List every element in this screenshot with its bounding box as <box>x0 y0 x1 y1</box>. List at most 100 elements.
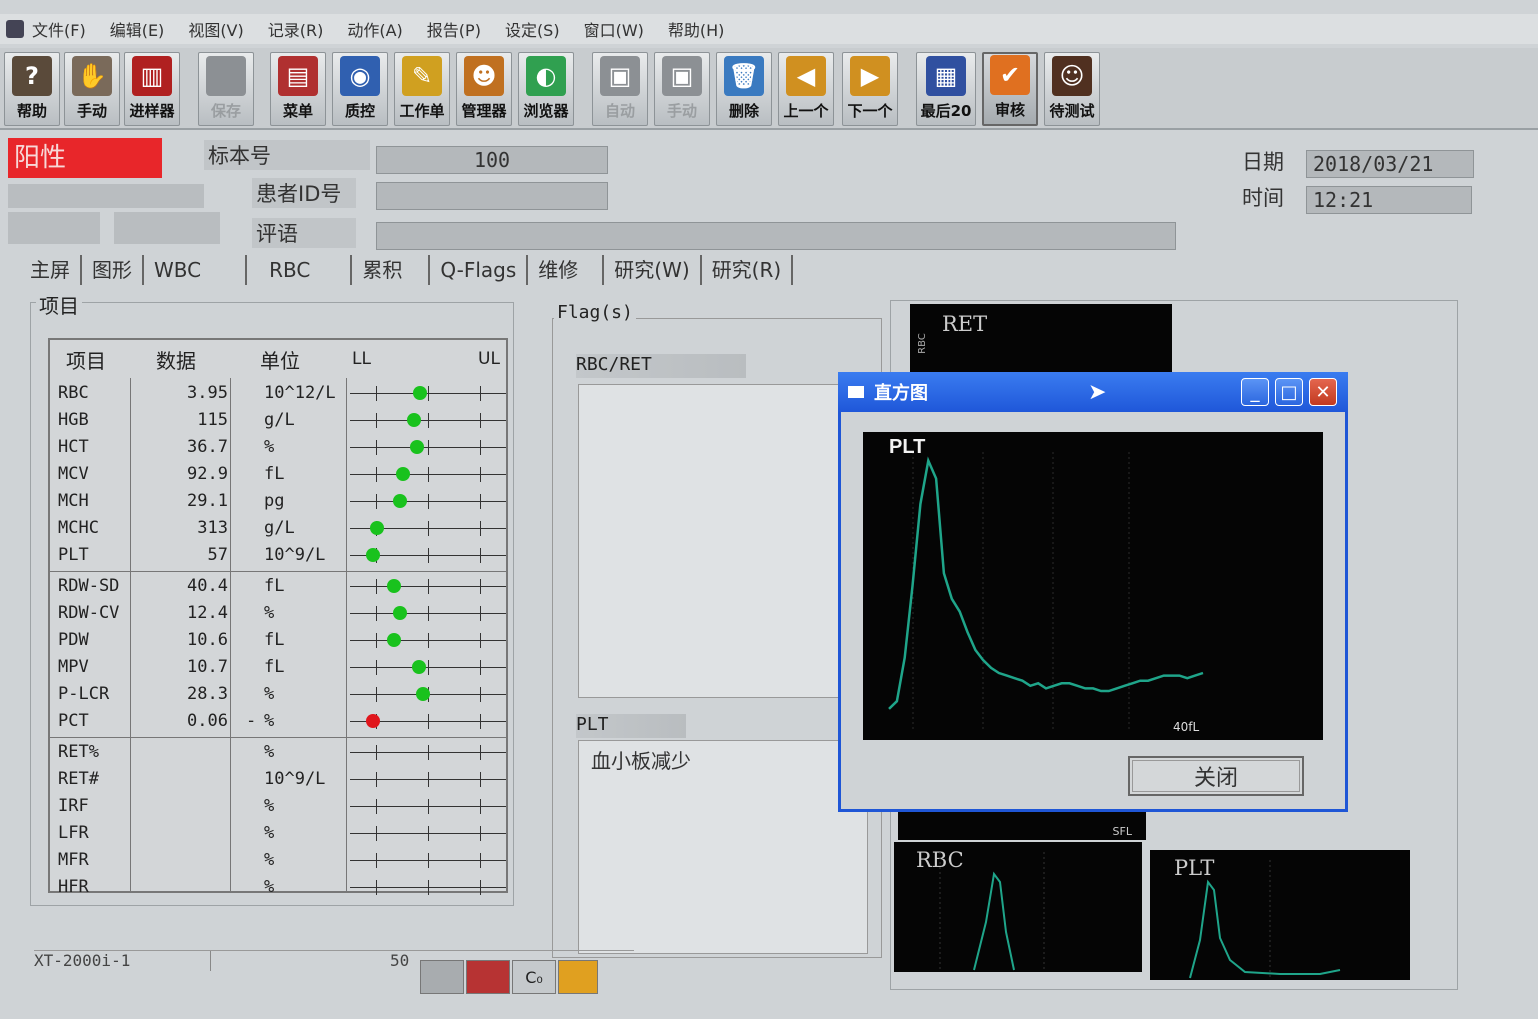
table-row[interactable]: MCV 92.9 fL <box>50 461 506 488</box>
tab-wbc[interactable]: WBC <box>144 255 248 285</box>
table-row[interactable]: PLT 57 10^9/L <box>50 542 506 569</box>
printer-icon[interactable] <box>420 960 464 994</box>
menu-file[interactable]: 文件(F) <box>32 17 86 41</box>
tab-rbc[interactable]: RBC <box>247 255 353 285</box>
close-dialog-button[interactable]: 关闭 <box>1128 756 1304 796</box>
table-row[interactable]: P-LCR 28.3% <box>50 681 506 708</box>
date-field[interactable]: 2018/03/21 <box>1306 150 1474 178</box>
sampler-button[interactable]: ▥ 进样器 <box>124 52 180 126</box>
histogram-dialog: 直方图 ➤ _ □ ✕ PLT 40fL 关闭 <box>838 372 1348 812</box>
validate-button[interactable]: ✔ 审核 <box>982 52 1038 126</box>
cd-icon[interactable]: C₀ <box>512 960 556 994</box>
qc-icon: ◉ <box>340 56 380 96</box>
table-row[interactable]: RBC 3.95 10^12/L <box>50 380 506 407</box>
table-row[interactable]: PCT 0.06-% <box>50 708 506 735</box>
lab-icon[interactable] <box>558 960 598 994</box>
tab-graph[interactable]: 图形 <box>82 255 144 285</box>
tab-research-r[interactable]: 研究(R) <box>702 255 794 285</box>
browser-button[interactable]: ◐ 浏览器 <box>518 52 574 126</box>
dialog-titlebar[interactable]: 直方图 ➤ <box>838 372 1348 412</box>
item-unit: % <box>264 877 275 897</box>
table-row[interactable]: RET# 10^9/L <box>50 766 506 793</box>
rbc-histogram-thumb[interactable]: RBC <box>894 842 1142 972</box>
plt-flag-label: PLT <box>576 714 686 738</box>
comment-field[interactable] <box>376 222 1176 250</box>
tab-cumulative[interactable]: 累积 <box>352 255 431 285</box>
next-button[interactable]: ▶ 下一个 <box>842 52 898 126</box>
close-window-button[interactable]: ✕ <box>1309 378 1337 406</box>
tab-qflags[interactable]: Q-Flags <box>430 255 529 285</box>
table-row[interactable]: RET%% <box>50 739 506 766</box>
time-field[interactable]: 12:21 <box>1306 186 1472 214</box>
scale-tick <box>480 880 481 895</box>
tab-main[interactable]: 主屏 <box>20 255 82 285</box>
menu-button[interactable]: ▤ 菜单 <box>270 52 326 126</box>
sample-id-field[interactable]: 100 <box>376 146 608 174</box>
tab-research-w[interactable]: 研究(W) <box>604 255 702 285</box>
ret-scatter-title: RET <box>942 312 988 336</box>
instrument-id: XT-2000i-1 <box>34 951 131 970</box>
group-separator <box>50 737 506 738</box>
manager-button[interactable]: ☻ 管理器 <box>456 52 512 126</box>
menu-help[interactable]: 帮助(H) <box>668 17 725 41</box>
table-row[interactable]: PDW 10.6 fL <box>50 627 506 654</box>
table-row[interactable]: RDW-SD 40.4 fL <box>50 573 506 600</box>
menu-report[interactable]: 报告(P) <box>427 17 481 41</box>
table-row[interactable]: MCH 29.1 pg <box>50 488 506 515</box>
minimize-button[interactable]: _ <box>1241 378 1269 406</box>
item-unit: 10^12/L <box>264 383 336 403</box>
table-row[interactable]: RDW-CV 12.4% <box>50 600 506 627</box>
menu-window[interactable]: 窗口(W) <box>584 17 644 41</box>
table-row[interactable]: MCHC 313 g/L <box>50 515 506 542</box>
item-unit: % <box>264 796 275 816</box>
scale-tick <box>480 660 481 675</box>
table-row[interactable]: IRF% <box>50 793 506 820</box>
item-name: HFR <box>58 877 89 897</box>
rbc-ret-label: RBC/RET <box>576 354 746 378</box>
menu-edit[interactable]: 编辑(E) <box>110 17 165 41</box>
table-row[interactable]: MPV 10.7 fL <box>50 654 506 681</box>
table-row[interactable]: LFR% <box>50 820 506 847</box>
sampler-status-icon[interactable] <box>466 960 510 994</box>
scale-tick <box>428 853 429 868</box>
scale-tick <box>428 745 429 760</box>
scale-tick <box>376 633 377 648</box>
plt-histogram-thumb[interactable]: PLT <box>1150 850 1410 980</box>
pending-button[interactable]: ☺ 待测试 <box>1044 52 1100 126</box>
item-name: RET# <box>58 769 99 789</box>
item-value: 3.95 <box>187 383 228 403</box>
delete-button[interactable]: 🗑 删除 <box>716 52 772 126</box>
header-ll: LL <box>352 349 371 369</box>
item-unit: g/L <box>264 410 295 430</box>
table-row[interactable]: HGB 115 g/L <box>50 407 506 434</box>
prev-button[interactable]: ◀ 上一个 <box>778 52 834 126</box>
scale-tick <box>376 413 377 428</box>
range-marker <box>406 413 421 427</box>
table-row[interactable]: HFR% <box>50 874 506 901</box>
scale-tick <box>428 494 429 509</box>
auto-icon: ▣ <box>600 56 640 96</box>
scale-tick <box>376 880 377 895</box>
table-row[interactable]: MFR% <box>50 847 506 874</box>
manual-disabled-button[interactable]: ▣ 手动 <box>654 52 710 126</box>
menu-action[interactable]: 动作(A) <box>347 17 402 41</box>
menu-record[interactable]: 记录(R) <box>268 17 324 41</box>
table-row[interactable]: HCT 36.7% <box>50 434 506 461</box>
tab-maintenance[interactable]: 维修 <box>528 255 605 285</box>
ret-scattergram[interactable]: RET RBC <box>910 304 1172 376</box>
manual-button[interactable]: ✋ 手动 <box>64 52 120 126</box>
auto-button[interactable]: ▣ 自动 <box>592 52 648 126</box>
qc-button[interactable]: ◉ 质控 <box>332 52 388 126</box>
worklist-button[interactable]: ✎ 工作单 <box>394 52 450 126</box>
help-button[interactable]: ? 帮助 <box>4 52 60 126</box>
last20-button[interactable]: ▦ 最后20 <box>916 52 976 126</box>
maximize-button[interactable]: □ <box>1275 378 1303 406</box>
save-button[interactable]: 保存 <box>198 52 254 126</box>
scale-tick <box>428 660 429 675</box>
scale-tick <box>428 799 429 814</box>
range-marker <box>369 521 384 535</box>
menu-settings[interactable]: 设定(S) <box>505 17 560 41</box>
patient-id-field[interactable] <box>376 182 608 210</box>
rbc-ret-flags-box <box>578 384 882 698</box>
menu-view[interactable]: 视图(V) <box>188 17 243 41</box>
